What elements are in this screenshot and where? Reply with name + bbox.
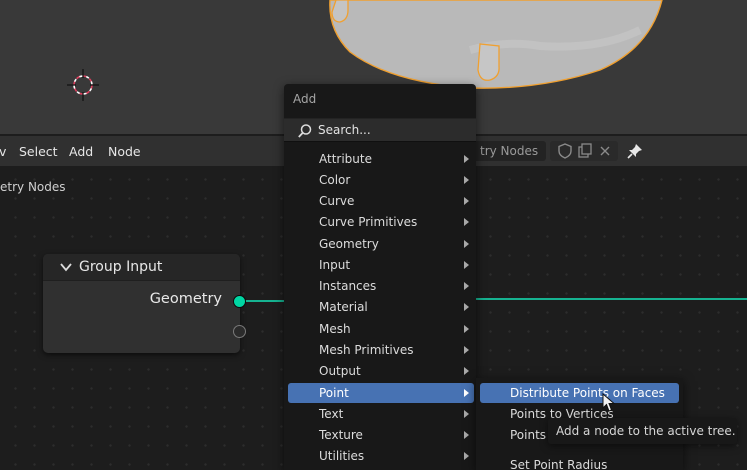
3d-cursor-icon[interactable] (66, 68, 100, 102)
menu-item-mesh[interactable]: Mesh (288, 319, 474, 339)
menu-item-label: Instances (319, 279, 377, 293)
submenu-arrow-icon (464, 431, 469, 439)
menu-item-utilities[interactable]: Utilities (288, 446, 474, 466)
menu-item-text[interactable]: Text (288, 404, 474, 424)
geometry-output-socket[interactable] (233, 295, 246, 308)
node-title-bar[interactable]: Group Input (43, 254, 240, 281)
menu-item-label: Attribute (319, 152, 372, 166)
chevron-down-icon[interactable] (59, 260, 73, 274)
submenu-arrow-icon (464, 155, 469, 163)
menu-item-label: Texture (319, 428, 363, 442)
menu-item-mesh-primitives[interactable]: Mesh Primitives (288, 340, 474, 360)
submenu-arrow-icon (464, 282, 469, 290)
breadcrumb: etry Nodes (0, 180, 66, 194)
menu-item-label: Mesh Primitives (319, 343, 414, 357)
menu-item-label: Point (319, 386, 349, 400)
menu-item-texture[interactable]: Texture (288, 425, 474, 445)
add-menu-search[interactable]: Search... (284, 118, 476, 142)
group-input-node[interactable]: Group Input Geometry (43, 254, 240, 353)
menu-item-material[interactable]: Material (288, 297, 474, 317)
submenu-item-label: Set Point Radius (510, 458, 608, 470)
duplicate-icon[interactable] (576, 142, 594, 160)
menu-item-curve-primitives[interactable]: Curve Primitives (288, 212, 474, 232)
submenu-item-set-point-radius[interactable]: Set Point Radius (480, 455, 679, 470)
submenu-arrow-icon (464, 176, 469, 184)
menu-add[interactable]: Add (69, 144, 93, 159)
tooltip: Add a node to the active tree. (548, 418, 737, 444)
menu-item-output[interactable]: Output (288, 361, 474, 381)
menu-item-label: Geometry (319, 237, 379, 251)
submenu-item-label: Points (510, 428, 547, 442)
fake-user-shield-icon[interactable] (556, 142, 574, 160)
pin-icon[interactable] (626, 142, 644, 160)
submenu-arrow-icon (464, 261, 469, 269)
submenu-arrow-icon (464, 410, 469, 418)
search-label: Search... (318, 123, 371, 137)
node-tree-name-field[interactable]: try Nodes (476, 141, 547, 161)
close-icon[interactable] (596, 142, 614, 160)
menu-item-instances[interactable]: Instances (288, 276, 474, 296)
menu-item-color[interactable]: Color (288, 170, 474, 190)
submenu-arrow-icon (464, 197, 469, 205)
submenu-arrow-icon (464, 325, 469, 333)
submenu-arrow-icon (464, 367, 469, 375)
menu-item-label: Input (319, 258, 351, 272)
menu-item-label: Material (319, 300, 368, 314)
menu-item-label: Output (319, 364, 361, 378)
menu-item-input[interactable]: Input (288, 255, 474, 275)
menu-select[interactable]: Select (19, 144, 58, 159)
socket-label-geometry: Geometry (149, 291, 222, 307)
mouse-pointer-icon (602, 393, 616, 412)
tooltip-text: Add a node to the active tree. (556, 424, 736, 438)
menu-item-label: Mesh (319, 322, 351, 336)
submenu-item-label: Distribute Points on Faces (510, 386, 665, 400)
menu-item-label: Curve (319, 194, 355, 208)
add-menu-title: Add (293, 92, 317, 106)
add-menu: Add Search... Attribute Color Curve Curv… (284, 84, 476, 470)
node-link-right (476, 298, 747, 300)
menu-item-curve[interactable]: Curve (288, 191, 474, 211)
menu-view[interactable]: v (0, 144, 6, 159)
menu-item-label: Curve Primitives (319, 215, 418, 229)
submenu-arrow-icon (464, 346, 469, 354)
node-tree-controls (550, 141, 619, 161)
submenu-arrow-icon (464, 218, 469, 226)
submenu-arrow-icon (464, 452, 469, 460)
menu-item-label: Utilities (319, 449, 365, 463)
node-link-left (245, 300, 285, 302)
submenu-arrow-icon (464, 303, 469, 311)
submenu-arrow-icon (464, 389, 469, 397)
submenu-arrow-icon (464, 240, 469, 248)
menu-item-label: Color (319, 173, 351, 187)
search-icon (298, 124, 312, 138)
menu-item-point[interactable]: Point (288, 383, 474, 403)
menu-item-label: Text (319, 407, 344, 421)
menu-item-attribute[interactable]: Attribute (288, 149, 474, 169)
node-title: Group Input (79, 259, 163, 275)
submenu-item-distribute-points-on-faces[interactable]: Distribute Points on Faces (480, 383, 679, 403)
empty-output-socket[interactable] (233, 325, 246, 338)
menu-node[interactable]: Node (108, 144, 141, 159)
menu-item-geometry[interactable]: Geometry (288, 234, 474, 254)
node-tree-selector: try Nodes (476, 141, 644, 161)
